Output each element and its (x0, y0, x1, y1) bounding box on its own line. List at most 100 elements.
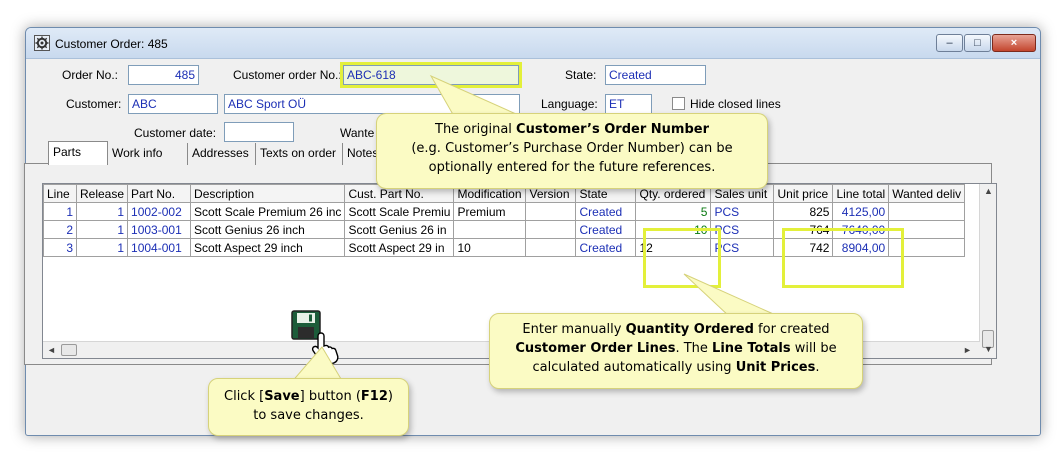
cell-state[interactable]: Created (575, 202, 637, 221)
scroll-right-arrow-icon[interactable]: ► (963, 345, 972, 355)
callout-save-l1-bold: Save (264, 389, 300, 404)
maximize-button[interactable]: □ (964, 34, 991, 52)
cell-line-total[interactable]: 8904,00 (832, 238, 890, 257)
cell-line-total[interactable]: 7640,00 (832, 220, 890, 239)
cell-line-total[interactable]: 4125,00 (832, 202, 890, 221)
callout-save-l2: to save changes. (253, 408, 364, 423)
customer-date-label: Customer date: (134, 126, 217, 140)
cell-version[interactable] (525, 238, 577, 257)
callout-quantity-ordered: Enter manually Quantity Ordered for crea… (489, 313, 863, 389)
cell-sales-unit[interactable]: PCS (710, 220, 775, 239)
customer-order-no-label: Customer order No.: (233, 68, 342, 82)
callout-qty-l1-pre: Enter manually (522, 322, 626, 337)
cell-line[interactable]: 1 (43, 202, 77, 221)
cell-release[interactable]: 1 (75, 220, 129, 239)
cell-unit-price[interactable]: 764 (773, 220, 834, 239)
cell-sales-unit[interactable]: PCS (710, 238, 775, 257)
scroll-up-arrow-icon[interactable]: ▲ (984, 186, 993, 196)
col-header-line-total[interactable]: Line total (832, 184, 890, 203)
cell-part-no[interactable]: 1002-002 (127, 202, 192, 221)
cell-wanted-delivery[interactable] (888, 202, 966, 221)
callout-tail-quantity (683, 273, 781, 318)
horizontal-scroll-thumb[interactable] (61, 344, 77, 356)
state-label: State: (565, 68, 597, 82)
cell-modification[interactable]: 10 (453, 238, 527, 257)
callout-qty-l2-mid: . The (675, 341, 713, 356)
cell-line[interactable]: 2 (43, 220, 77, 239)
cell-qty-ordered[interactable]: 10 (635, 220, 712, 239)
callout-order-line2: (e.g. Customer’s Purchase Order Number) … (411, 141, 733, 156)
callout-qty-l2-post: will be (790, 341, 837, 356)
customer-date-field[interactable] (224, 122, 294, 142)
order-no-field[interactable]: 485 (128, 65, 199, 85)
col-header-release[interactable]: Release (75, 184, 129, 203)
tab-parts[interactable]: Parts (48, 141, 108, 165)
callout-order-line3: optionally entered for the future refere… (428, 160, 716, 175)
scroll-down-arrow-icon[interactable]: ▼ (984, 344, 993, 354)
customer-label: Customer: (66, 97, 122, 111)
tab-texts-on-order[interactable]: Texts on order (256, 143, 343, 165)
cell-modification[interactable] (453, 220, 527, 239)
callout-qty-l1-post: for created (753, 322, 830, 337)
tab-addresses[interactable]: Addresses (188, 143, 256, 165)
callout-save-l1-pre: Click [ (224, 389, 265, 404)
scroll-left-arrow-icon[interactable]: ◄ (47, 345, 56, 355)
cell-version[interactable] (525, 220, 577, 239)
cell-wanted-delivery[interactable] (888, 220, 966, 239)
col-header-line[interactable]: Line (43, 184, 77, 203)
cell-state[interactable]: Created (575, 238, 637, 257)
cell-unit-price[interactable]: 825 (773, 202, 834, 221)
col-header-wanted-delivery[interactable]: Wanted deliv (888, 184, 966, 203)
minimize-button[interactable]: – (936, 34, 963, 52)
cell-modification[interactable]: Premium (453, 202, 527, 221)
cell-cust-part-no[interactable]: Scott Aspect 29 in (344, 238, 455, 257)
callout-qty-l1-bold: Quantity Ordered (625, 322, 754, 337)
callout-qty-l3-pre: calculated automatically using (532, 360, 736, 375)
callout-qty-l2-bold1: Customer Order Lines (515, 341, 676, 356)
vertical-scrollbar[interactable]: ▲ ▼ (979, 184, 996, 358)
customer-code-field[interactable]: ABC (128, 94, 218, 114)
col-header-part-no[interactable]: Part No. (127, 184, 192, 203)
table-row[interactable]: 1 1 1002-002 Scott Scale Premium 26 inc … (43, 202, 966, 221)
cell-qty-ordered[interactable]: 5 (635, 202, 712, 221)
cell-cust-part-no[interactable]: Scott Scale Premiu (344, 202, 455, 221)
cell-description[interactable]: Scott Aspect 29 inch (190, 238, 346, 257)
title-bar: Customer Order: 485 – □ × (26, 28, 1040, 59)
cell-unit-price[interactable]: 742 (773, 238, 834, 257)
order-no-label: Order No.: (62, 68, 119, 82)
wanted-label: Wante (340, 126, 375, 140)
cell-description[interactable]: Scott Scale Premium 26 inc (190, 202, 346, 221)
hide-closed-lines-checkbox[interactable] (672, 97, 685, 110)
cell-line[interactable]: 3 (43, 238, 77, 257)
close-button[interactable]: × (992, 34, 1036, 52)
tab-work-info[interactable]: Work info (108, 143, 188, 165)
language-label: Language: (541, 97, 598, 111)
callout-order-line1-bold: Customer’s Order Number (516, 122, 709, 137)
cell-release[interactable]: 1 (75, 202, 129, 221)
callout-qty-l3-bold: Unit Prices (735, 360, 816, 375)
language-field[interactable]: ET (605, 94, 652, 114)
callout-save-l1-mid: ] button ( (299, 389, 361, 404)
cell-part-no[interactable]: 1004-001 (127, 238, 192, 257)
hide-closed-lines-label: Hide closed lines (690, 97, 781, 111)
table-row[interactable]: 2 1 1003-001 Scott Genius 26 inch Scott … (43, 220, 966, 239)
cell-sales-unit[interactable]: PCS (710, 202, 775, 221)
cell-cust-part-no[interactable]: Scott Genius 26 in (344, 220, 455, 239)
col-header-unit-price[interactable]: Unit price (773, 184, 834, 203)
callout-qty-l2-bold2: Line Totals (712, 341, 791, 356)
order-lines-table: Line Release Part No. Description Cust. … (43, 184, 966, 257)
cell-release[interactable]: 1 (75, 238, 129, 257)
cell-description[interactable]: Scott Genius 26 inch (190, 220, 346, 239)
cell-version[interactable] (525, 202, 577, 221)
cell-wanted-delivery[interactable] (888, 238, 966, 257)
table-row[interactable]: 3 1 1004-001 Scott Aspect 29 inch Scott … (43, 238, 966, 257)
cell-state[interactable]: Created (575, 220, 637, 239)
cell-qty-ordered-editing[interactable]: 12 (635, 238, 712, 257)
col-header-description[interactable]: Description (190, 184, 346, 203)
callout-order-line1-pre: The original (435, 122, 517, 137)
callout-save-l1-bold2: F12 (360, 389, 388, 404)
callout-customer-order-number: The original Customer’s Order Number (e.… (376, 113, 768, 189)
cell-part-no[interactable]: 1003-001 (127, 220, 192, 239)
state-field[interactable]: Created (605, 65, 706, 85)
callout-save-l1-post: ) (387, 389, 393, 404)
